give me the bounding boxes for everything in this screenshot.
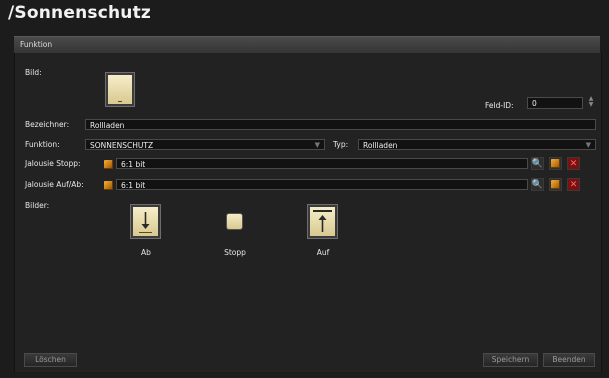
stepper-down-icon[interactable]: ▼ xyxy=(586,102,596,108)
feld-id-stepper[interactable]: ▲ ▼ xyxy=(586,96,596,110)
close-button[interactable]: Beenden xyxy=(543,353,595,367)
arrow-down-icon xyxy=(139,212,152,233)
funktion-select[interactable]: SONNENSCHUTZ ▼ xyxy=(85,139,325,150)
jalousie-stopp-field[interactable]: 6:1 bit xyxy=(116,158,528,169)
group-address-pick-icon[interactable] xyxy=(549,157,562,170)
delete-button[interactable]: Löschen xyxy=(24,353,77,367)
blind-handle-icon xyxy=(118,101,122,102)
image-ab-caption: Ab xyxy=(141,248,151,257)
image-stopp-caption: Stopp xyxy=(224,248,246,257)
chevron-down-icon[interactable]: ▼ xyxy=(315,140,320,151)
group-address-icon xyxy=(104,181,113,190)
bezeichner-input[interactable]: Rollladen xyxy=(85,119,596,130)
bilder-label: Bilder: xyxy=(25,201,50,210)
stop-icon[interactable] xyxy=(227,214,242,229)
main-image-preview[interactable] xyxy=(106,73,134,106)
group-address-pick-icon[interactable] xyxy=(549,178,562,191)
image-auf[interactable] xyxy=(308,205,337,238)
bezeichner-label: Bezeichner: xyxy=(25,120,70,129)
section-label: Funktion xyxy=(20,40,53,49)
chevron-down-icon[interactable]: ▼ xyxy=(586,140,591,151)
arrow-up-icon xyxy=(313,210,332,232)
jalousie-aufab-label: Jalousie Auf/Ab: xyxy=(25,180,84,189)
typ-label: Typ: xyxy=(333,140,349,149)
funktion-label: Funktion: xyxy=(25,140,60,149)
jalousie-aufab-field[interactable]: 6:1 bit xyxy=(116,179,528,190)
feld-id-label: Feld-ID: xyxy=(485,101,514,110)
delete-icon[interactable]: ✕ xyxy=(567,157,580,170)
typ-select-value: Rollladen xyxy=(363,141,398,150)
feld-id-input[interactable]: 0 xyxy=(527,97,583,109)
group-address-icon xyxy=(104,160,113,169)
image-auf-caption: Auf xyxy=(316,248,330,257)
save-button[interactable]: Speichern xyxy=(483,353,538,367)
section-header: Funktion xyxy=(14,36,600,54)
search-icon[interactable]: 🔍 xyxy=(531,178,544,191)
jalousie-stopp-label: Jalousie Stopp: xyxy=(25,159,81,168)
bild-label: Bild: xyxy=(25,68,42,77)
typ-select[interactable]: Rollladen ▼ xyxy=(358,139,596,150)
search-icon[interactable]: 🔍 xyxy=(531,157,544,170)
funktion-select-value: SONNENSCHUTZ xyxy=(90,141,154,150)
page-title: /Sonnenschutz xyxy=(8,3,151,23)
image-ab[interactable] xyxy=(131,205,160,238)
delete-icon[interactable]: ✕ xyxy=(567,178,580,191)
